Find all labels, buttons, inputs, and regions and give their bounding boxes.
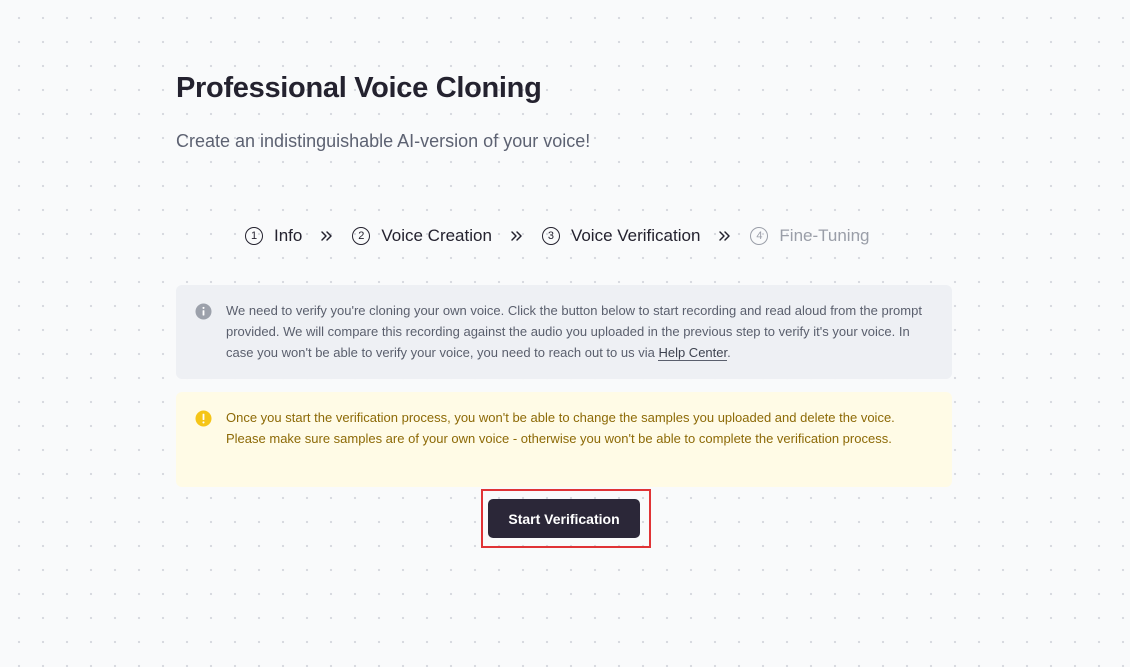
help-center-link[interactable]: Help Center: [658, 345, 728, 361]
warning-notice: Once you start the verification process,…: [176, 392, 952, 487]
info-icon: [195, 303, 212, 320]
step-number: 1: [245, 227, 263, 245]
step-number: 3: [541, 227, 560, 245]
step-label: Fine-Tuning: [779, 226, 870, 245]
start-verification-button[interactable]: Start Verification: [488, 499, 640, 538]
step-label: Voice Creation: [381, 226, 492, 245]
step-info[interactable]: 1 Info: [245, 226, 302, 246]
warning-notice-text: Once you start the verification process,…: [226, 410, 895, 446]
info-notice-end: .: [727, 345, 731, 360]
double-chevron-right-icon: [510, 229, 524, 243]
double-chevron-right-icon: [320, 229, 334, 243]
exclamation-icon: [195, 410, 212, 427]
step-number: 2: [352, 227, 371, 245]
step-fine-tuning: 4 Fine-Tuning: [750, 226, 870, 246]
info-notice-text: We need to verify you're cloning your ow…: [226, 300, 928, 363]
step-number: 4: [750, 227, 769, 245]
page-subtitle: Create an indistinguishable AI-version o…: [176, 131, 591, 151]
page-title: Professional Voice Cloning: [176, 72, 542, 104]
step-voice-verification[interactable]: 3 Voice Verification: [541, 226, 701, 246]
step-label: Info: [274, 226, 303, 245]
double-chevron-right-icon: [718, 229, 732, 243]
step-voice-creation[interactable]: 2 Voice Creation: [352, 226, 492, 246]
progress-stepper: 1 Info 2 Voice Creation 3 Voice Verifica…: [245, 224, 870, 248]
info-notice: We need to verify you're cloning your ow…: [176, 285, 952, 379]
info-notice-body: We need to verify you're cloning your ow…: [226, 303, 922, 360]
step-label: Voice Verification: [570, 226, 701, 245]
